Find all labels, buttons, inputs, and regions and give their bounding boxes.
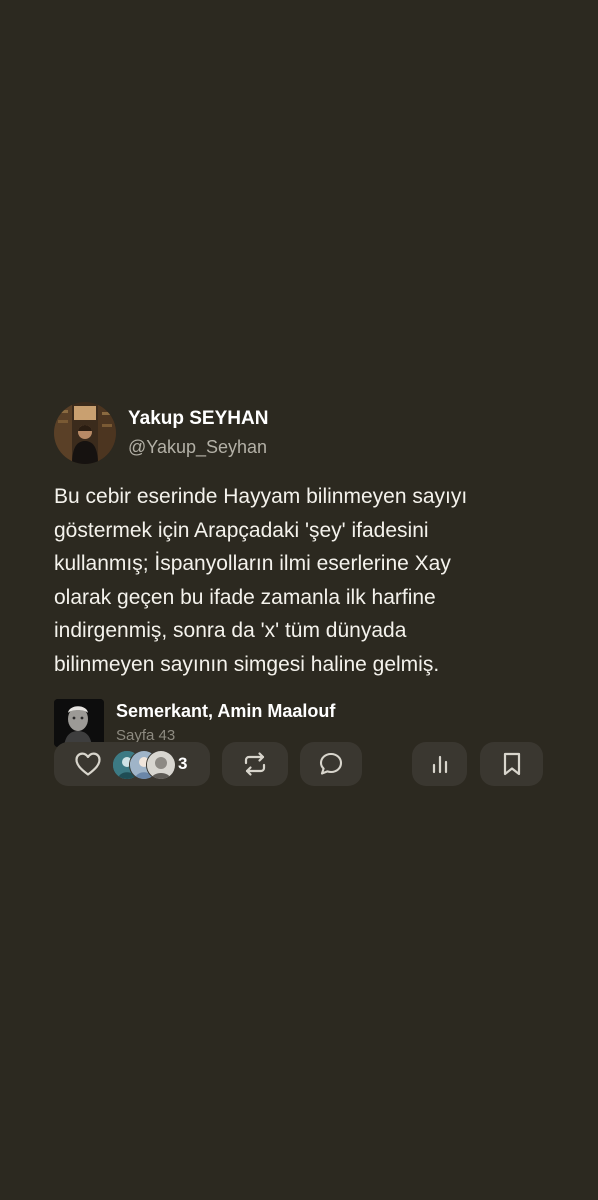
bookmark-button[interactable] [480,742,543,786]
likers-avatars[interactable] [112,750,176,780]
book-info: Semerkant, Amin Maalouf Sayfa 43 [116,700,335,746]
like-button[interactable]: 3 [54,742,210,786]
action-bar: 3 [0,742,598,786]
author-handle[interactable]: @Yakup_Seyhan [128,435,268,459]
heart-icon [74,751,102,777]
author-names: Yakup SEYHAN @Yakup_Seyhan [128,407,268,459]
comment-icon [318,751,344,777]
liker-avatar [146,750,176,780]
book-title[interactable]: Semerkant, Amin Maalouf [116,700,335,722]
repost-icon [241,751,269,777]
author-avatar[interactable] [54,402,116,464]
post-header: Yakup SEYHAN @Yakup_Seyhan [54,402,554,464]
book-cover-image [54,699,104,747]
post-text: Bu cebir eserinde Hayyam bilinmeyen sayı… [54,485,468,676]
stats-button[interactable] [412,742,467,786]
book-reference[interactable]: Semerkant, Amin Maalouf Sayfa 43 [54,699,554,747]
post-card: Yakup SEYHAN @Yakup_Seyhan Bu cebir eser… [54,402,554,747]
stats-icon [428,752,452,776]
like-count: 3 [178,754,188,773]
comment-button[interactable] [300,742,362,786]
author-display-name[interactable]: Yakup SEYHAN [128,407,268,431]
bookmark-icon [500,751,524,777]
repost-button[interactable] [222,742,288,786]
